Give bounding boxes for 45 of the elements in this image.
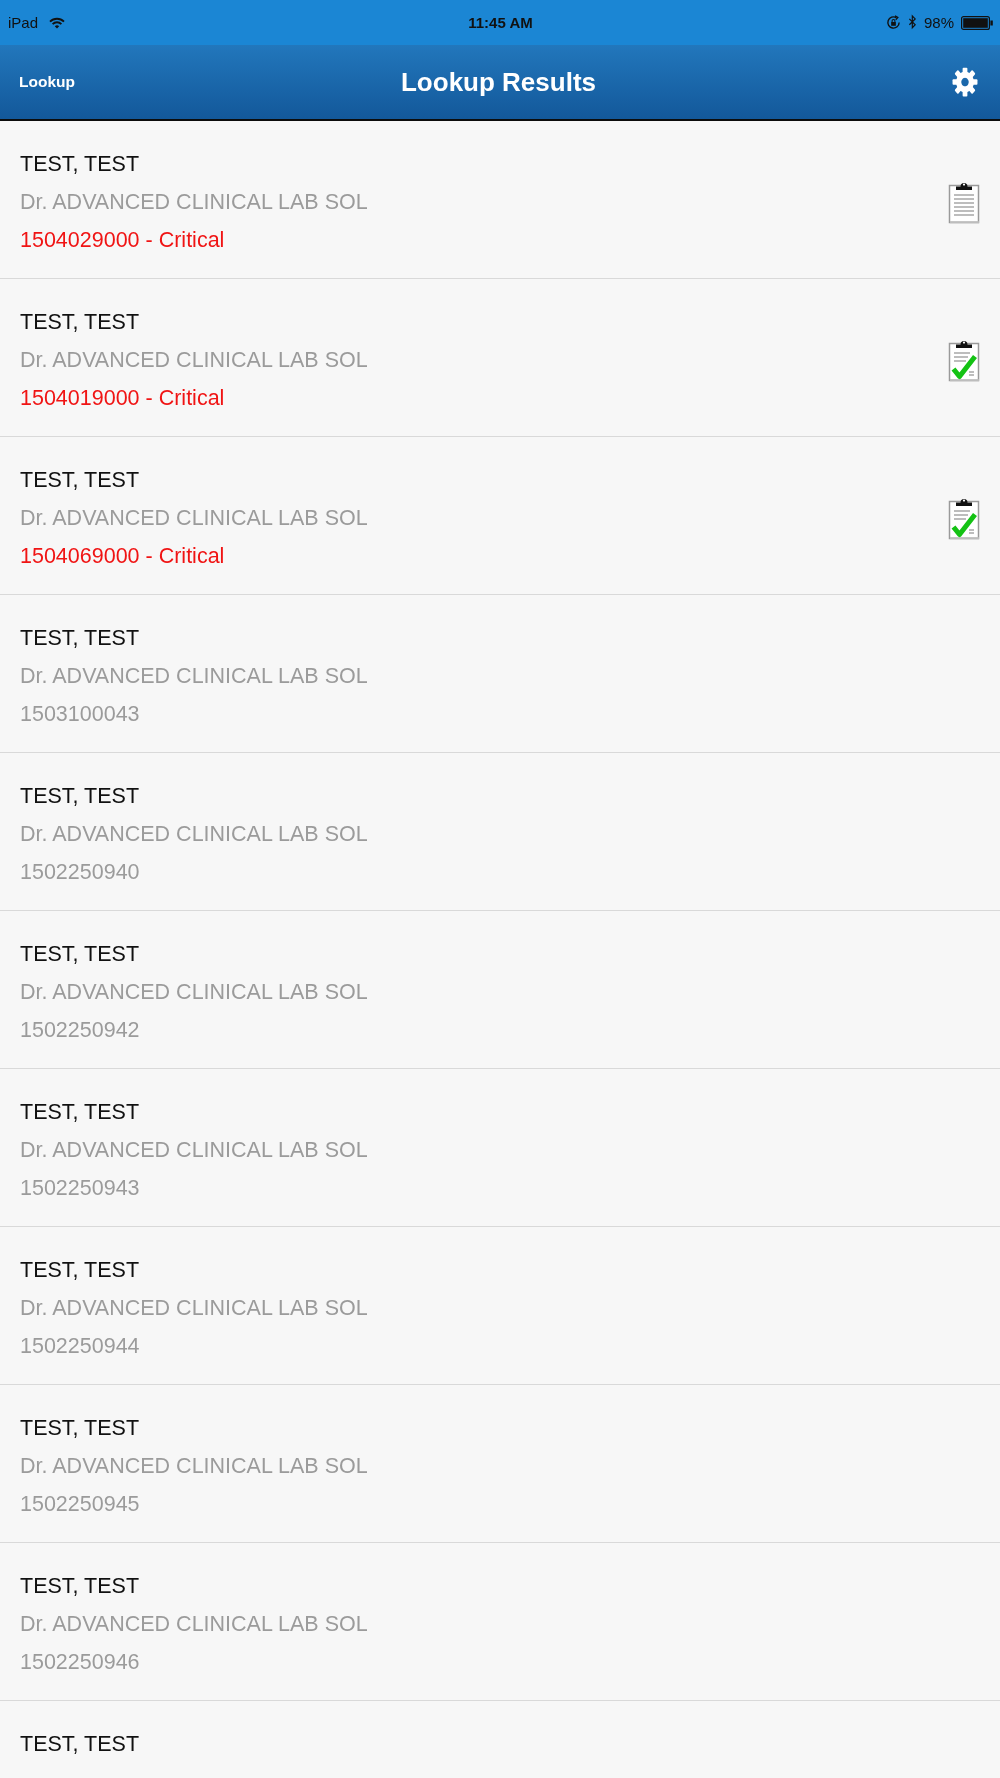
accession-number: 1504019000 - Critical — [20, 385, 225, 412]
accession-number: 1502250942 — [20, 1017, 140, 1044]
patient-name: TEST, TEST — [20, 151, 140, 178]
patient-name: TEST, TEST — [20, 1573, 140, 1600]
doctor-name: Dr. ADVANCED CLINICAL LAB SOL — [20, 505, 368, 532]
doctor-name: Dr. ADVANCED CLINICAL LAB SOL — [20, 1611, 368, 1638]
patient-name: TEST, TEST — [20, 467, 140, 494]
settings-button[interactable] — [952, 67, 978, 97]
accession-number: 1502250945 — [20, 1491, 140, 1518]
accession-number: 1502250940 — [20, 859, 140, 886]
clipboard-icon[interactable] — [948, 180, 980, 224]
status-time: 11:45 AM — [468, 14, 533, 31]
accession-number: 1504069000 - Critical — [20, 543, 225, 570]
doctor-name: Dr. ADVANCED CLINICAL LAB SOL — [20, 821, 368, 848]
doctor-name: Dr. ADVANCED CLINICAL LAB SOL — [20, 663, 368, 690]
doctor-name: Dr. ADVANCED CLINICAL LAB SOL — [20, 979, 368, 1006]
wifi-icon — [49, 16, 66, 29]
accession-number: 1502250946 — [20, 1649, 140, 1676]
accession-number: 1502250943 — [20, 1175, 140, 1202]
accession-number: 1504029000 - Critical — [20, 227, 225, 254]
doctor-name: Dr. ADVANCED CLINICAL LAB SOL — [20, 189, 368, 216]
doctor-name: Dr. ADVANCED CLINICAL LAB SOL — [20, 1295, 368, 1322]
doctor-name: Dr. ADVANCED CLINICAL LAB SOL — [20, 1453, 368, 1480]
clipboard-check-icon[interactable] — [948, 338, 980, 382]
clipboard-check-icon[interactable] — [948, 496, 980, 540]
patient-name: TEST, TEST — [20, 1099, 140, 1126]
accession-number: 1502250944 — [20, 1333, 140, 1360]
battery-percent: 98% — [923, 14, 954, 31]
device-name: iPad — [8, 14, 39, 31]
orientation-lock-icon — [885, 15, 901, 30]
battery-icon — [961, 15, 993, 30]
patient-name: TEST, TEST — [20, 1731, 140, 1758]
settings-icon — [952, 67, 978, 97]
accession-number: 1503100043 — [20, 701, 140, 728]
page-title: Lookup Results — [401, 66, 596, 98]
patient-name: TEST, TEST — [20, 783, 140, 810]
patient-name: TEST, TEST — [20, 1257, 140, 1284]
bluetooth-icon — [907, 14, 917, 31]
doctor-name: Dr. ADVANCED CLINICAL LAB SOL — [20, 347, 368, 374]
patient-name: TEST, TEST — [20, 941, 140, 968]
patient-name: TEST, TEST — [20, 1415, 140, 1442]
doctor-name: Dr. ADVANCED CLINICAL LAB SOL — [20, 1137, 368, 1164]
patient-name: TEST, TEST — [20, 625, 140, 652]
patient-name: TEST, TEST — [20, 309, 140, 336]
back-button[interactable]: Lookup — [19, 73, 75, 91]
